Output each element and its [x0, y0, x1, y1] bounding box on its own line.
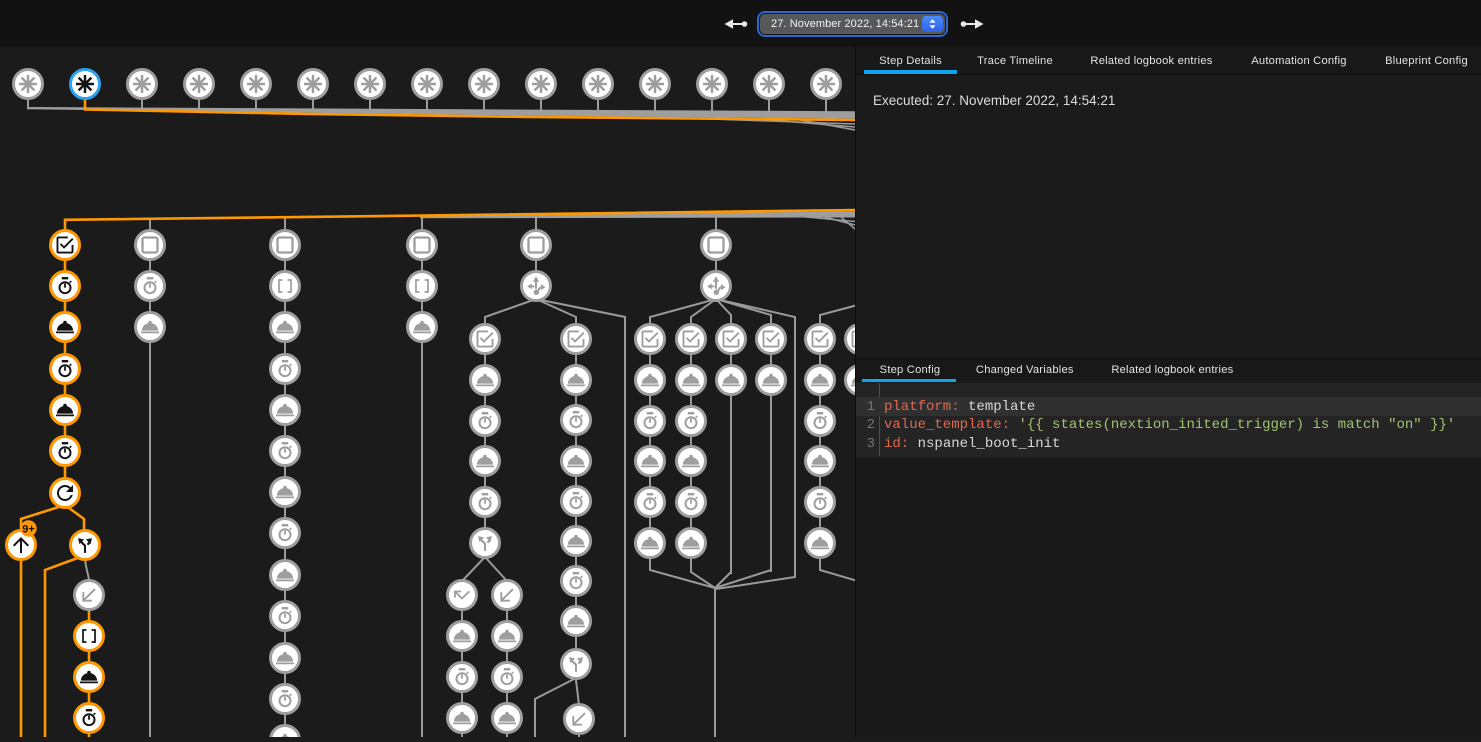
svg-text:9+: 9+: [22, 524, 35, 536]
